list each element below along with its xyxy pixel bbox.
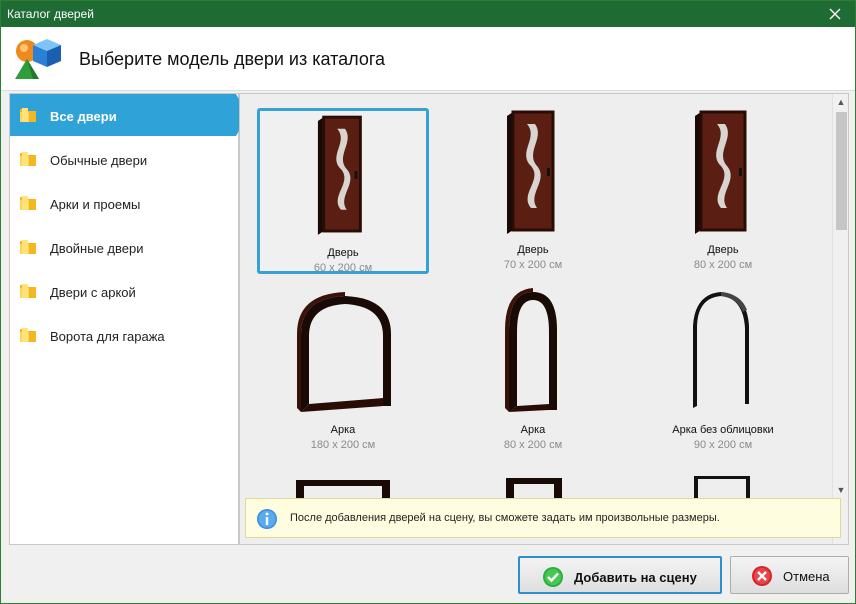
sidebar-item-label: Ворота для гаража bbox=[50, 329, 165, 344]
info-icon bbox=[257, 509, 277, 529]
catalog-item-door-60[interactable]: Дверь 60 х 200 см bbox=[257, 108, 429, 274]
door-icon bbox=[317, 115, 362, 235]
door-frame-icon bbox=[506, 478, 562, 498]
sidebar-item-regular-doors[interactable]: Обычные двери bbox=[10, 138, 238, 180]
scroll-thumb[interactable] bbox=[836, 112, 847, 230]
door-frame-icon bbox=[296, 480, 390, 498]
item-size: 90 х 200 см bbox=[693, 439, 753, 451]
door-icon bbox=[695, 110, 747, 234]
item-size: 80 х 200 см bbox=[693, 259, 753, 271]
item-size: 80 х 200 см bbox=[503, 439, 563, 451]
page-title: Выберите модель двери из каталога bbox=[79, 49, 386, 69]
item-name: Арка без облицовки bbox=[672, 424, 774, 436]
info-banner: После добавления дверей на сцену, вы смо… bbox=[245, 498, 841, 538]
checkmark-icon bbox=[543, 567, 563, 587]
sidebar-item-label: Арки и проемы bbox=[50, 197, 141, 212]
catalog-item-arch-180[interactable]: Арка 180 х 200 см bbox=[257, 288, 429, 454]
cancel-button-label: Отмена bbox=[783, 569, 830, 584]
door-icon bbox=[507, 110, 555, 234]
arch-icon bbox=[505, 288, 557, 412]
close-button[interactable] bbox=[815, 1, 855, 27]
info-text: После добавления дверей на сцену, вы смо… bbox=[290, 512, 720, 524]
catalog-grid: Дверь 60 х 200 см Дверь 70 х 200 см Двер… bbox=[239, 93, 849, 545]
sidebar-item-label: Обычные двери bbox=[50, 153, 148, 168]
item-name: Дверь bbox=[327, 247, 359, 259]
folder-icon bbox=[20, 108, 36, 122]
sidebar-item-double-doors[interactable]: Двойные двери bbox=[10, 226, 238, 268]
item-name: Арка bbox=[330, 424, 356, 436]
title-bar: Каталог дверей bbox=[1, 1, 855, 27]
arch-icon bbox=[297, 292, 391, 412]
add-to-scene-button[interactable]: Добавить на сцену bbox=[518, 556, 722, 594]
folder-icon bbox=[20, 284, 36, 298]
sidebar-item-label: Двери с аркой bbox=[50, 285, 136, 300]
item-name: Дверь bbox=[517, 244, 549, 256]
item-size: 60 х 200 см bbox=[313, 262, 373, 274]
sidebar-item-all-doors[interactable]: Все двери bbox=[10, 94, 236, 136]
catalog-item-door-70[interactable]: Дверь 70 х 200 см bbox=[447, 108, 619, 274]
window-title: Каталог дверей bbox=[7, 7, 94, 21]
catalog-item-arch-80[interactable]: Арка 80 х 200 см bbox=[447, 288, 619, 454]
dialog-header: Выберите модель двери из каталога bbox=[1, 27, 855, 91]
category-sidebar: Все двери Обычные двери Арки и проемы Дв… bbox=[9, 93, 248, 545]
catalog-item-arch-no-trim-90[interactable]: Арка без облицовки 90 х 200 см bbox=[637, 288, 809, 454]
cancel-icon bbox=[752, 566, 772, 586]
item-name: Дверь bbox=[707, 244, 739, 256]
scroll-up-icon[interactable]: ▲ bbox=[833, 94, 848, 110]
arch-icon bbox=[693, 292, 749, 408]
close-icon bbox=[829, 8, 841, 20]
cancel-button[interactable]: Отмена bbox=[730, 556, 849, 594]
folder-icon bbox=[20, 196, 36, 210]
item-size: 180 х 200 см bbox=[310, 439, 376, 451]
folder-icon bbox=[20, 240, 36, 254]
catalog-scrollbar[interactable]: ▲ ▼ bbox=[832, 94, 848, 544]
scroll-down-icon[interactable]: ▼ bbox=[833, 482, 848, 498]
sidebar-item-garage-gates[interactable]: Ворота для гаража bbox=[10, 314, 238, 356]
catalog-item-door-80[interactable]: Дверь 80 х 200 см bbox=[637, 108, 809, 274]
folder-icon bbox=[20, 328, 36, 342]
item-name: Арка bbox=[520, 424, 546, 436]
catalog-dialog: Каталог дверей Выберите модель двери из … bbox=[0, 0, 856, 604]
app-logo-icon bbox=[15, 39, 61, 79]
folder-icon bbox=[20, 152, 36, 166]
item-size: 70 х 200 см bbox=[503, 259, 563, 271]
sidebar-item-arches[interactable]: Арки и проемы bbox=[10, 182, 238, 224]
door-frame-icon bbox=[694, 476, 750, 498]
sidebar-item-label: Все двери bbox=[50, 109, 117, 124]
add-button-label: Добавить на сцену bbox=[574, 570, 697, 585]
sidebar-item-arched-doors[interactable]: Двери с аркой bbox=[10, 270, 238, 312]
sidebar-item-label: Двойные двери bbox=[50, 241, 144, 256]
